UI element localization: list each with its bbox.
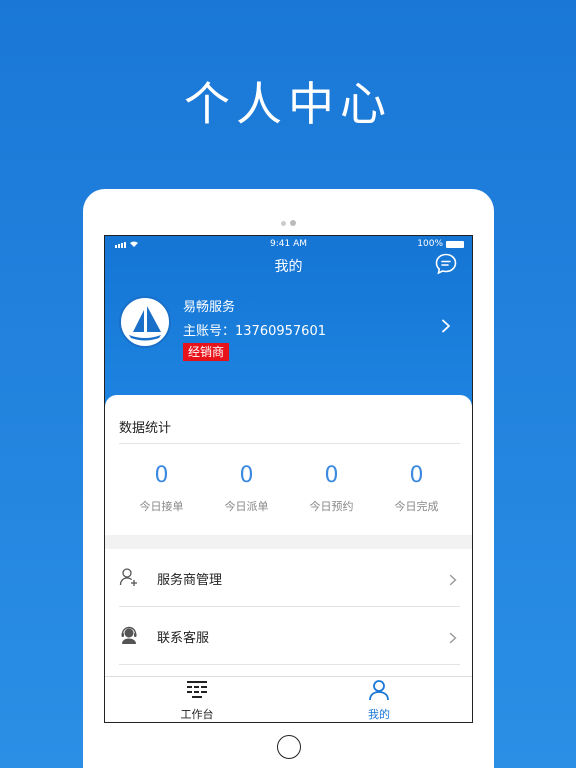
profile-summary[interactable]: 易畅服务 主账号：13760957601 经销商: [119, 296, 459, 366]
avatar: [119, 296, 171, 348]
tab-label: 我的: [368, 708, 390, 721]
stat-label: 今日预约: [309, 500, 354, 513]
sailboat-logo-icon: [129, 306, 161, 341]
divider: [119, 443, 460, 444]
battery-status: 100%: [417, 239, 464, 249]
stat-label: 今日派单: [224, 500, 269, 513]
status-bar: 9:41 AM 100%: [105, 239, 472, 251]
tab-workbench[interactable]: 工作台: [147, 679, 247, 722]
section-spacer: [105, 535, 472, 549]
grid-icon: [147, 679, 247, 705]
camera-dots: [83, 211, 494, 230]
page-title: 我的: [274, 259, 303, 275]
menu-label: 服务商管理: [157, 573, 223, 588]
chevron-right-icon: [439, 318, 453, 333]
stats-title: 数据统计: [119, 421, 172, 436]
stats-card: 数据统计 0 今日接单 0 今日派单 0 今日预约 0 今日完成: [105, 395, 472, 555]
stat-label: 今日接单: [139, 500, 184, 513]
account-number: 主账号：13760957601: [183, 324, 326, 339]
stat-label: 今日完成: [394, 500, 439, 513]
app-screen: 9:41 AM 100% 我的 易畅服务 主账号：13760957601 经销商…: [104, 235, 473, 723]
home-button[interactable]: [277, 735, 301, 759]
stat-today-completed[interactable]: 0 今日完成: [374, 463, 459, 514]
menu-item-contact-support[interactable]: 联系客服: [105, 607, 472, 665]
menu-label: 联系客服: [157, 631, 210, 646]
chevron-right-icon: [448, 629, 458, 644]
bottom-tab-bar: 工作台 我的: [105, 676, 472, 722]
menu-item-provider-management[interactable]: 服务商管理: [105, 549, 472, 607]
company-name: 易畅服务: [183, 300, 236, 315]
chat-bubble-icon[interactable]: [434, 252, 458, 276]
role-badge: 经销商: [183, 343, 230, 361]
stat-today-accepted[interactable]: 0 今日接单: [119, 463, 204, 514]
tab-mine[interactable]: 我的: [329, 679, 429, 722]
stat-value: 0: [324, 463, 339, 488]
chevron-right-icon: [448, 571, 458, 586]
battery-icon: [446, 240, 464, 248]
user-add-icon: [119, 567, 139, 587]
tablet-frame: 9:41 AM 100% 我的 易畅服务 主账号：13760957601 经销商…: [83, 189, 494, 768]
promo-title: 个人中心: [184, 77, 392, 131]
battery-percent: 100%: [417, 239, 443, 249]
tab-label: 工作台: [180, 708, 214, 721]
stat-value: 0: [154, 463, 169, 488]
headset-icon: [119, 625, 139, 645]
stat-value: 0: [239, 463, 254, 488]
stat-value: 0: [409, 463, 424, 488]
divider: [119, 664, 460, 665]
stat-today-dispatched[interactable]: 0 今日派单: [204, 463, 289, 514]
user-icon: [329, 679, 429, 705]
stat-today-booked[interactable]: 0 今日预约: [289, 463, 374, 514]
